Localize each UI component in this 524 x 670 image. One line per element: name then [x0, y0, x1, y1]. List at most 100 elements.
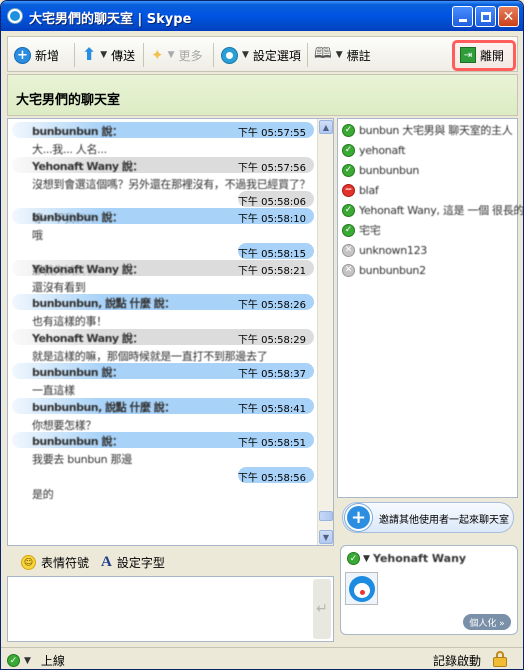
message-time: 下午 05:58:21	[237, 265, 306, 277]
busy-status-icon: −	[342, 183, 355, 197]
enter-arrow-icon: ↵	[316, 601, 328, 617]
close-button[interactable]: ✕	[498, 6, 519, 27]
avatar[interactable]	[345, 572, 378, 605]
send-button[interactable]: ⬆ ▼ 傳送	[82, 45, 135, 65]
chat-name: 大宅男們的聊天室	[16, 93, 121, 108]
skype-chat-window: 大宅男們的聊天室 | Skype ✕ + 新增 ⬆ ▼ 傳送 ✦ ▼ 更多 ▼ …	[0, 0, 524, 670]
scroll-down-arrow-icon[interactable]: ▼	[319, 530, 333, 544]
status-selector[interactable]: ✓ ▼ 上線	[7, 652, 65, 669]
message-sender: Yehonaft Wany 說：	[32, 331, 143, 345]
message-header: bunbunbun 說： 下午 05:58:37	[12, 362, 314, 380]
smiley-icon: ☺	[21, 555, 36, 570]
message-time: 下午 05:58:56	[237, 472, 306, 484]
invite-label: 邀請其他使用者一起來聊天室	[379, 515, 509, 526]
offline-status-icon: ✕	[342, 243, 355, 257]
more-button[interactable]: ✦ ▼ 更多	[151, 45, 203, 65]
message-time: 下午 05:58:15	[237, 248, 306, 260]
message-sender: bunbunbun, 說點 什麼 說：	[32, 400, 175, 414]
online-status-icon: ✓	[342, 223, 355, 237]
toolbar-separator	[74, 43, 75, 67]
participant-item[interactable]: ✓ 宅宅	[342, 221, 381, 239]
online-status-icon: ✓	[342, 163, 355, 177]
participant-list[interactable]: ✓ bunbun 大宅男與 聊天室的主人 ✓ yehonaft ✓ bunbunbun − b…	[337, 118, 523, 498]
add-contact-icon: +	[345, 504, 372, 531]
message-time: 下午 05:58:06	[237, 197, 306, 208]
message-time: 下午 05:58:29	[237, 334, 306, 346]
message-header: bunbunbun 說： 下午 05:58:51	[12, 431, 314, 449]
message-history[interactable]: bunbunbun 說： 下午 05:57:55 大...我... 人名... Yeh…	[7, 118, 334, 546]
bookmark-label: 標註	[346, 48, 371, 63]
participant-item[interactable]: ✕ unknown123	[342, 241, 427, 259]
online-status-icon: ✓	[7, 654, 20, 667]
message-header: 下午 05:58:15	[12, 242, 314, 260]
message-scrollbar[interactable]: ▲ ▼	[317, 119, 333, 545]
add-label: 新增	[35, 48, 60, 63]
upload-arrow-icon: ⬆	[82, 45, 97, 65]
participant-name: 宅宅	[359, 224, 381, 237]
message-header: Yehonaft Wany 說： 下午 05:57:56	[12, 156, 314, 174]
chevron-down-icon: ▼	[363, 553, 370, 564]
leave-button[interactable]: ⇥ 離開	[460, 45, 504, 65]
scroll-up-arrow-icon[interactable]: ▲	[319, 120, 333, 134]
message-header: Yehonaft Wany 說： 下午 05:58:29	[12, 328, 314, 346]
message-header: Yehonaft Wany 說： 下午 05:58:21	[12, 259, 314, 277]
message-time: 下午 05:58:37	[237, 369, 306, 380]
message-time: 下午 05:58:41	[237, 403, 306, 415]
participant-item[interactable]: ✓ bunbunbun	[342, 161, 419, 179]
message-header: 下午 05:58:06	[12, 190, 314, 208]
exit-door-icon: ⇥	[460, 47, 476, 63]
participant-name: unknown123	[359, 243, 427, 257]
title-bar[interactable]: 大宅男們的聊天室 | Skype ✕	[1, 1, 523, 31]
message-text: 是的	[32, 487, 54, 501]
participant-item[interactable]: − blaf	[342, 181, 379, 199]
message-time: 下午 05:57:56	[237, 162, 306, 174]
more-label: 更多	[178, 48, 203, 63]
book-icon: 🕮	[314, 43, 332, 62]
settings-icon	[221, 46, 238, 64]
my-status-selector[interactable]: ✓ ▼	[347, 552, 370, 565]
participant-item[interactable]: ✓ bunbun 大宅男與 聊天室的主人	[342, 121, 513, 139]
participant-item[interactable]: ✓ Yehonaft Wany, 這是 一個 很長的名字	[342, 201, 523, 219]
chevron-down-icon: ▼	[242, 50, 249, 60]
my-username: Yehonaft Wany	[373, 552, 467, 565]
message-time: 下午 05:58:10	[237, 214, 306, 225]
participant-name: bunbun 大宅男與 聊天室的主人	[359, 124, 513, 137]
minimize-button[interactable]	[452, 6, 473, 27]
my-profile-panel: ✓ ▼ Yehonaft Wany 個人化 »	[340, 545, 518, 635]
emoticon-button[interactable]: ☺ 表情符號	[21, 554, 89, 571]
scroll-thumb[interactable]	[319, 511, 333, 521]
toolbar-separator	[213, 43, 214, 67]
online-status-icon: ✓	[342, 203, 355, 217]
message-input[interactable]: ↵	[7, 576, 334, 642]
personalize-button[interactable]: 個人化 »	[463, 614, 511, 630]
recording-status: 記錄啟動	[433, 654, 482, 668]
font-button[interactable]: A 設定字型	[101, 554, 165, 571]
chevron-down-icon: ▼	[24, 655, 31, 666]
message-header: 下午 05:58:56	[12, 466, 314, 484]
participant-item[interactable]: ✕ bunbunbun2	[342, 261, 426, 279]
maximize-button[interactable]	[475, 6, 496, 27]
add-button[interactable]: + 新增	[14, 45, 59, 65]
lock-icon	[493, 651, 507, 667]
toolbar-separator	[307, 43, 308, 67]
chevron-down-icon: ▼	[100, 50, 108, 60]
toolbar: + 新增 ⬆ ▼ 傳送 ✦ ▼ 更多 ▼ 設定選項 🕮 ▼ 標註 ⇥ 離開	[7, 36, 518, 72]
participant-item[interactable]: ✓ yehonaft	[342, 141, 406, 159]
message-header: bunbunbun 說： 下午 05:57:55	[12, 121, 314, 139]
invite-users-button[interactable]: + 邀請其他使用者一起來聊天室	[342, 502, 514, 533]
chevron-down-icon: ▼	[335, 50, 343, 60]
message-sender: bunbunbun 說：	[32, 366, 123, 379]
toolbar-separator	[143, 43, 144, 67]
doraemon-avatar-icon	[348, 575, 375, 602]
send-message-button[interactable]: ↵	[313, 579, 331, 639]
participant-name: bunbunbun	[359, 163, 420, 177]
skype-logo-icon	[7, 8, 23, 24]
message-header: bunbunbun, 說點 什麼 說： 下午 05:58:26	[12, 293, 314, 311]
options-button[interactable]: ▼ 設定選項	[221, 45, 301, 65]
emoticon-label: 表情符號	[41, 556, 90, 570]
status-label: 上線	[40, 654, 65, 668]
bookmark-button[interactable]: 🕮 ▼ 標註	[314, 43, 371, 65]
message-sender: bunbunbun 說：	[32, 125, 123, 138]
offline-status-icon: ✕	[342, 263, 355, 277]
status-bar: ✓ ▼ 上線 記錄啟動	[1, 647, 523, 669]
